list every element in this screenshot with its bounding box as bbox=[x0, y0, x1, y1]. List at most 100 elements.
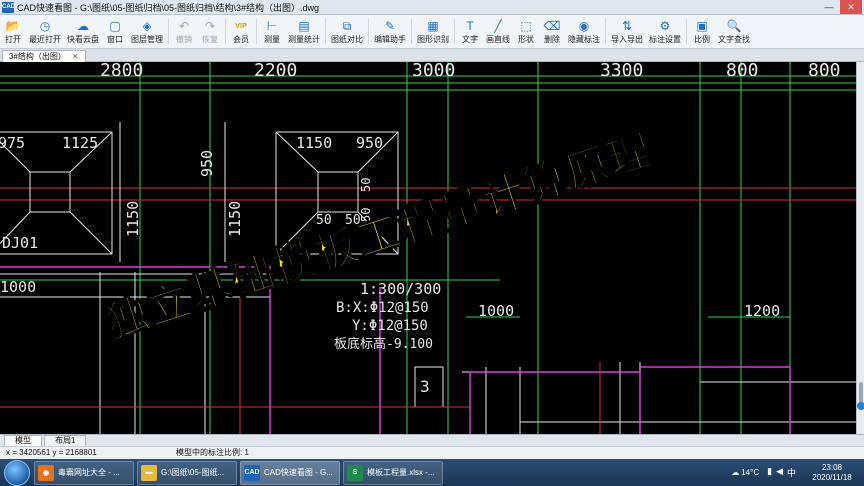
taskbar-item-3[interactable]: S 模板工程量.xlsx -... bbox=[343, 460, 443, 485]
compare-icon: ⧉ bbox=[342, 18, 352, 33]
toolbar-button-2[interactable]: ☁ 快看云盘 bbox=[64, 15, 102, 48]
mid-dim-1: 1150 bbox=[296, 134, 332, 152]
vdim-3: 1150 bbox=[124, 201, 142, 237]
toolbar-button-12[interactable]: ▦ 图形识别 bbox=[414, 15, 452, 48]
toolbar-button-label: 画直线 bbox=[486, 34, 510, 44]
measure-stats-icon: ▤ bbox=[298, 18, 310, 33]
edit-helper-icon: ✎ bbox=[384, 18, 396, 33]
note-2: B:X:Φ12@150 bbox=[336, 300, 429, 316]
toolbar-separator bbox=[411, 19, 412, 44]
toolbar-button-17[interactable]: ◉ 隐藏标注 bbox=[565, 15, 603, 48]
taskbar-app-icon: ▬ bbox=[141, 464, 157, 481]
taskbar-app-icon: S bbox=[347, 464, 363, 481]
close-tab-icon[interactable]: ✕ bbox=[72, 51, 79, 62]
dim-top-6: 800 bbox=[808, 62, 841, 81]
vdim-4: 50 bbox=[359, 178, 373, 192]
toolbar-button-7[interactable]: VIP 会员 bbox=[228, 15, 254, 48]
annotation-settings-icon: ⚙ bbox=[659, 18, 671, 33]
toolbar-button-13[interactable]: T 文字 bbox=[457, 15, 483, 48]
cursor-coordinates: x = 3420561 y = 2168801 bbox=[6, 448, 97, 457]
line-icon: ╱ bbox=[494, 18, 502, 33]
layout-tabs: 模型 布局1 bbox=[0, 434, 864, 446]
toolbar-button-label: 会员 bbox=[233, 34, 249, 44]
title-bar: CAD CAD快速看图 - G:\图纸\05-图纸归档\05-图纸归档\结构\3… bbox=[0, 0, 864, 15]
toolbar-button-label: 文字查找 bbox=[718, 34, 750, 44]
dim-top-2: 2200 bbox=[254, 62, 297, 81]
toolbar-button-21[interactable]: 🔍 文字查找 bbox=[715, 15, 753, 48]
toolbar-button-label: 图形识别 bbox=[417, 34, 449, 44]
taskbar-item-2[interactable]: CAD CAD快速看图 - G... bbox=[240, 460, 340, 485]
volume-icon[interactable]: ◀ bbox=[776, 466, 783, 479]
vdim-2: 1150 bbox=[226, 201, 244, 237]
status-bar: x = 3420561 y = 2168801 模型中的标注比例: 1 bbox=[0, 446, 864, 459]
app-logo-icon: CAD bbox=[2, 1, 15, 13]
hide-annotation-icon: ◉ bbox=[578, 18, 590, 33]
scroll-indicator-icon bbox=[857, 402, 864, 410]
toolbar-button-label: 导入导出 bbox=[611, 34, 643, 44]
close-button[interactable]: ✕ bbox=[840, 0, 862, 14]
toolbar-button-16[interactable]: ⌫ 删除 bbox=[539, 15, 565, 48]
network-icon[interactable]: ▮ bbox=[767, 466, 772, 479]
eraser-icon: ⌫ bbox=[543, 18, 561, 33]
mid-dim-b: 1200 bbox=[744, 302, 780, 320]
shape-icon: ⬚ bbox=[520, 18, 532, 33]
start-button[interactable] bbox=[4, 459, 30, 486]
app-window: CAD CAD快速看图 - G:\图纸\05-图纸归档\05-图纸归档\结构\3… bbox=[0, 0, 864, 486]
taskbar-app-icon: ◉ bbox=[38, 464, 54, 481]
window-icon: ▢ bbox=[109, 18, 121, 33]
toolbar-separator bbox=[605, 19, 606, 44]
window-controls: — ✕ bbox=[818, 0, 862, 14]
annotation-scale: 模型中的标注比例: 1 bbox=[176, 448, 249, 457]
toolbar-button-label: 比例 bbox=[694, 34, 710, 44]
toolbar-button-14[interactable]: ╱ 画直线 bbox=[483, 15, 513, 48]
toolbar-button-1[interactable]: ◷ 最近打开 bbox=[26, 15, 64, 48]
weather-widget[interactable]: ☁ 14°C bbox=[731, 468, 759, 477]
tab-model[interactable]: 模型 bbox=[4, 435, 42, 446]
toolbar-separator bbox=[168, 19, 169, 44]
toolbar-button-15[interactable]: ⬚ 形状 bbox=[513, 15, 539, 48]
toolbar-button-4[interactable]: ◈ 图层管理 bbox=[128, 15, 166, 48]
toolbar-separator bbox=[368, 19, 369, 44]
system-tray: ☁ 14°C ▮ ◀ 中 23:08 2020/11/18 bbox=[731, 459, 860, 486]
toolbar-button-18[interactable]: ⇅ 导入导出 bbox=[608, 15, 646, 48]
toolbar-button-label: 图层管理 bbox=[131, 34, 163, 44]
dim-top-1: 2800 bbox=[100, 62, 143, 81]
ribbon-toolbar: 📂 打开 ◷ 最近打开 ☁ 快看云盘 ▢ 窗口 ◈ 图层管理 ↶ 撤销 ↷ 恢复 VIP 会员 ⊢ 测量 ▤ 测量统计… bbox=[0, 15, 864, 49]
taskbar-item-0[interactable]: ◉ 毒霸网址大全 - ... bbox=[34, 460, 134, 485]
folder-open-icon: 📂 bbox=[5, 18, 21, 33]
document-tab[interactable]: 3#结构（出图） ✕ bbox=[2, 50, 86, 62]
toolbar-button-6[interactable]: ↷ 恢复 bbox=[197, 15, 223, 48]
taskbar-item-1[interactable]: ▬ G:\图纸\05-图纸... bbox=[137, 460, 237, 485]
toolbar-button-label: 打开 bbox=[5, 34, 21, 44]
note-1: 1:300/300 bbox=[360, 280, 441, 298]
taskbar-item-label: CAD快速看图 - G... bbox=[264, 468, 333, 477]
toolbar-button-label: 撤销 bbox=[176, 34, 192, 44]
dim-top-3: 3000 bbox=[412, 62, 455, 81]
toolbar-button-10[interactable]: ⧉ 图纸对比 bbox=[328, 15, 366, 48]
scale-icon: ▣ bbox=[696, 18, 708, 33]
toolbar-button-19[interactable]: ⚙ 标注设置 bbox=[646, 15, 684, 48]
minimize-button[interactable]: — bbox=[818, 0, 840, 14]
toolbar-button-0[interactable]: 📂 打开 bbox=[0, 15, 26, 48]
toolbar-button-label: 测量 bbox=[264, 34, 280, 44]
toolbar-button-label: 文字 bbox=[462, 34, 478, 44]
mid-dim-2: 950 bbox=[356, 134, 383, 152]
undo-icon: ↶ bbox=[178, 18, 190, 33]
document-tab-bar: 3#结构（出图） ✕ bbox=[0, 49, 864, 62]
toolbar-button-11[interactable]: ✎ 编辑助手 bbox=[371, 15, 409, 48]
toolbar-separator bbox=[225, 19, 226, 44]
toolbar-button-20[interactable]: ▣ 比例 bbox=[689, 15, 715, 48]
toolbar-button-8[interactable]: ⊢ 测量 bbox=[259, 15, 285, 48]
toolbar-button-label: 测量统计 bbox=[288, 34, 320, 44]
input-method-icon[interactable]: 中 bbox=[787, 466, 796, 479]
clock[interactable]: 23:08 2020/11/18 bbox=[804, 463, 860, 483]
toolbar-separator bbox=[256, 19, 257, 44]
toolbar-separator bbox=[325, 19, 326, 44]
tab-layout1[interactable]: 布局1 bbox=[44, 435, 87, 446]
measure-icon: ⊢ bbox=[266, 18, 278, 33]
toolbar-separator bbox=[454, 19, 455, 44]
toolbar-button-3[interactable]: ▢ 窗口 bbox=[102, 15, 128, 48]
toolbar-button-5[interactable]: ↶ 撤销 bbox=[171, 15, 197, 48]
vertical-scrollbar[interactable] bbox=[856, 62, 864, 434]
toolbar-button-9[interactable]: ▤ 测量统计 bbox=[285, 15, 323, 48]
